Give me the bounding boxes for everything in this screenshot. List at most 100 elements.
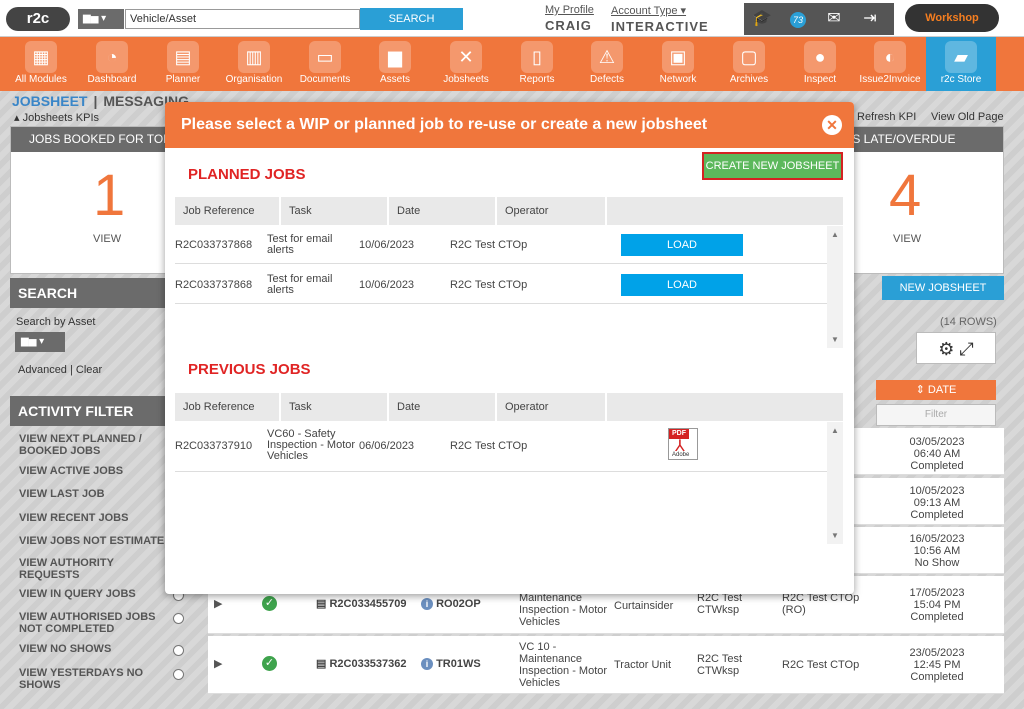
job-date: 10/06/2023 [359, 279, 415, 291]
nav-all-modules[interactable]: ▦ All Modules [6, 37, 76, 91]
truck-icon: ▆ [379, 41, 411, 73]
nav-archives[interactable]: ▢ Archives [714, 37, 784, 91]
col-task: Task [281, 197, 389, 225]
row-reg[interactable]: i RO02OP [421, 598, 481, 610]
job-operator: R2C Test CTOp [450, 279, 528, 291]
scroll-up-icon[interactable]: ▲ [827, 426, 843, 435]
module-nav: ▦ All Modules ◔ Dashboard ▤ Planner ▥ Organi… [0, 37, 1024, 91]
job-task: Test for email alerts [267, 233, 333, 256]
filter-authorised-not-completed[interactable]: VIEW AUTHORISED JOBS NOT COMPLETED [19, 611, 169, 635]
profile-name: CRAIG [545, 18, 592, 33]
modal-title: Please select a WIP or planned job to re… [181, 116, 708, 133]
nav-organisation[interactable]: ▥ Organisation [219, 37, 289, 91]
filter-last-job[interactable]: VIEW LAST JOB [19, 488, 169, 500]
nav-documents[interactable]: ▭ Documents [290, 37, 360, 91]
clear-link[interactable]: Clear [76, 364, 102, 376]
job-date: 06/06/2023 [359, 440, 415, 452]
mail-icon[interactable]: ✉ [816, 3, 852, 35]
filter-jobs-not-estimated[interactable]: VIEW JOBS NOT ESTIMATED [19, 535, 189, 547]
advanced-clear-links: Advanced | Clear [18, 364, 103, 376]
planned-scrollbar[interactable]: ▲ ▼ [827, 226, 843, 348]
previous-scrollbar[interactable]: ▲ ▼ [827, 422, 843, 544]
planned-job-row: R2C033737868 Test for email alerts 10/06… [175, 226, 827, 264]
filter-authority-requests[interactable]: VIEW AUTHORITY REQUESTS [19, 557, 169, 581]
filter-no-shows[interactable]: VIEW NO SHOWS [19, 643, 169, 655]
nav-issue2invoice[interactable]: ◐ Issue2Invoice [855, 37, 925, 91]
nav-reports[interactable]: ▯ Reports [502, 37, 572, 91]
previous-job-row: R2C033737910 VC60 - Safety Inspection - … [175, 422, 827, 472]
date-filter-input[interactable]: Filter [876, 404, 996, 426]
row-date: 16/05/2023 10:56 AM No Show [909, 533, 965, 569]
contact-icon: ▣ [662, 41, 694, 73]
nav-dashboard[interactable]: ◔ Dashboard [77, 37, 147, 91]
previous-jobs-title: PREVIOUS JOBS [188, 361, 311, 378]
nav-inspect[interactable]: ● Inspect [785, 37, 855, 91]
refresh-kpi-link[interactable]: Refresh KPI [857, 111, 916, 123]
workshop-badge[interactable]: Workshop [905, 4, 999, 32]
asset-type-dropdown[interactable]: ▆▅ ▾ [15, 332, 65, 352]
pdf-icon[interactable]: PDF ⅄ Adobe [668, 428, 698, 460]
radio-yesterdays[interactable] [173, 669, 184, 680]
advanced-link[interactable]: Advanced [18, 364, 67, 376]
my-profile-link[interactable]: My Profile [545, 4, 605, 16]
nav-network[interactable]: ▣ Network [643, 37, 713, 91]
search-button[interactable]: SEARCH [360, 8, 463, 30]
vehicle-type-dropdown[interactable]: ▆▅ ▾ [78, 9, 124, 29]
nav-jobsheets[interactable]: ✕ Jobsheets [431, 37, 501, 91]
truck-icon: ▆▅ [21, 336, 37, 347]
gear-icon[interactable]: ⚙ [938, 339, 954, 359]
row-job-ref[interactable]: ▤ R2C033455709 [316, 598, 407, 610]
row-task: Maintenance Inspection - Motor Vehicles [519, 592, 608, 628]
radio-no-shows[interactable] [173, 645, 184, 656]
expand-row-icon[interactable]: ▶ [214, 658, 222, 670]
view-old-page-link[interactable]: View Old Page [931, 111, 1004, 123]
vehicle-search-input[interactable]: Vehicle/Asset [125, 9, 360, 29]
account-type-link[interactable]: Account Type ▾ [611, 4, 731, 17]
new-jobsheet-button[interactable]: NEW JOBSHEET [882, 276, 1004, 300]
date-column-header[interactable]: ⇕ DATE [876, 380, 996, 400]
row-type: Curtainsider [614, 600, 674, 612]
warning-icon: ⚠ [591, 41, 623, 73]
row-operator: R2C Test CTOp (RO) [782, 592, 860, 616]
truck-icon: ▆▅ [83, 13, 99, 24]
info-icon: i [421, 658, 433, 670]
scroll-up-icon[interactable]: ▲ [827, 230, 843, 239]
col-job-reference: Job Reference [175, 393, 281, 421]
row-operator: R2C Test CTOp [782, 659, 860, 671]
job-task: Test for email alerts [267, 273, 333, 296]
close-icon[interactable]: ✕ [822, 115, 842, 135]
search-by-asset-label: Search by Asset [16, 316, 96, 328]
radio-authorised[interactable] [173, 613, 184, 624]
filter-active-jobs[interactable]: VIEW ACTIVE JOBS [19, 465, 169, 477]
row-date: 17/05/2023 15:04 PM Completed [909, 587, 965, 623]
nav-defects[interactable]: ⚠ Defects [572, 37, 642, 91]
expand-icon[interactable]: ⤢ [959, 339, 973, 359]
filter-in-query-jobs[interactable]: VIEW IN QUERY JOBS [19, 588, 169, 600]
expand-row-icon[interactable]: ▶ [214, 598, 222, 610]
create-new-jobsheet-button[interactable]: CREATE NEW JOBSHEET [702, 152, 843, 180]
logout-icon[interactable]: ⇥ [852, 3, 888, 35]
notification-badge: 73 [790, 12, 806, 28]
nav-r2c-store[interactable]: ▰ r2c Store [926, 37, 996, 91]
jobsheet-tab[interactable]: JOBSHEET [12, 93, 87, 109]
row-date: 10/05/2023 09:13 AM Completed [909, 485, 965, 521]
row-reg[interactable]: i TR01WS [421, 658, 481, 670]
check-icon: ✓ [262, 596, 277, 611]
notifications-icon[interactable]: 73 [780, 3, 816, 35]
account-block: Account Type ▾ INTERACTIVE [611, 4, 731, 34]
jobsheets-kpis-toggle[interactable]: ▴ Jobsheets KPIs [14, 111, 99, 124]
nav-planner[interactable]: ▤ Planner [148, 37, 218, 91]
row-job-ref[interactable]: ▤ R2C033537362 [316, 658, 407, 670]
load-button[interactable]: LOAD [621, 274, 743, 296]
scroll-down-icon[interactable]: ▼ [827, 531, 843, 540]
filter-yesterdays-no-shows[interactable]: VIEW YESTERDAYS NO SHOWS [19, 667, 169, 691]
planned-jobs-header: Job Reference Task Date Operator [175, 197, 843, 225]
load-button[interactable]: LOAD [621, 234, 743, 256]
graduation-cap-icon[interactable]: 🎓 [744, 3, 780, 35]
nav-assets[interactable]: ▆ Assets [360, 37, 430, 91]
filter-recent-jobs[interactable]: VIEW RECENT JOBS [19, 512, 169, 524]
filter-next-planned[interactable]: VIEW NEXT PLANNED / BOOKED JOBS [19, 433, 169, 457]
scroll-down-icon[interactable]: ▼ [827, 335, 843, 344]
briefcase-icon: ▰ [945, 41, 977, 73]
r2c-logo[interactable]: r2c [6, 7, 70, 31]
